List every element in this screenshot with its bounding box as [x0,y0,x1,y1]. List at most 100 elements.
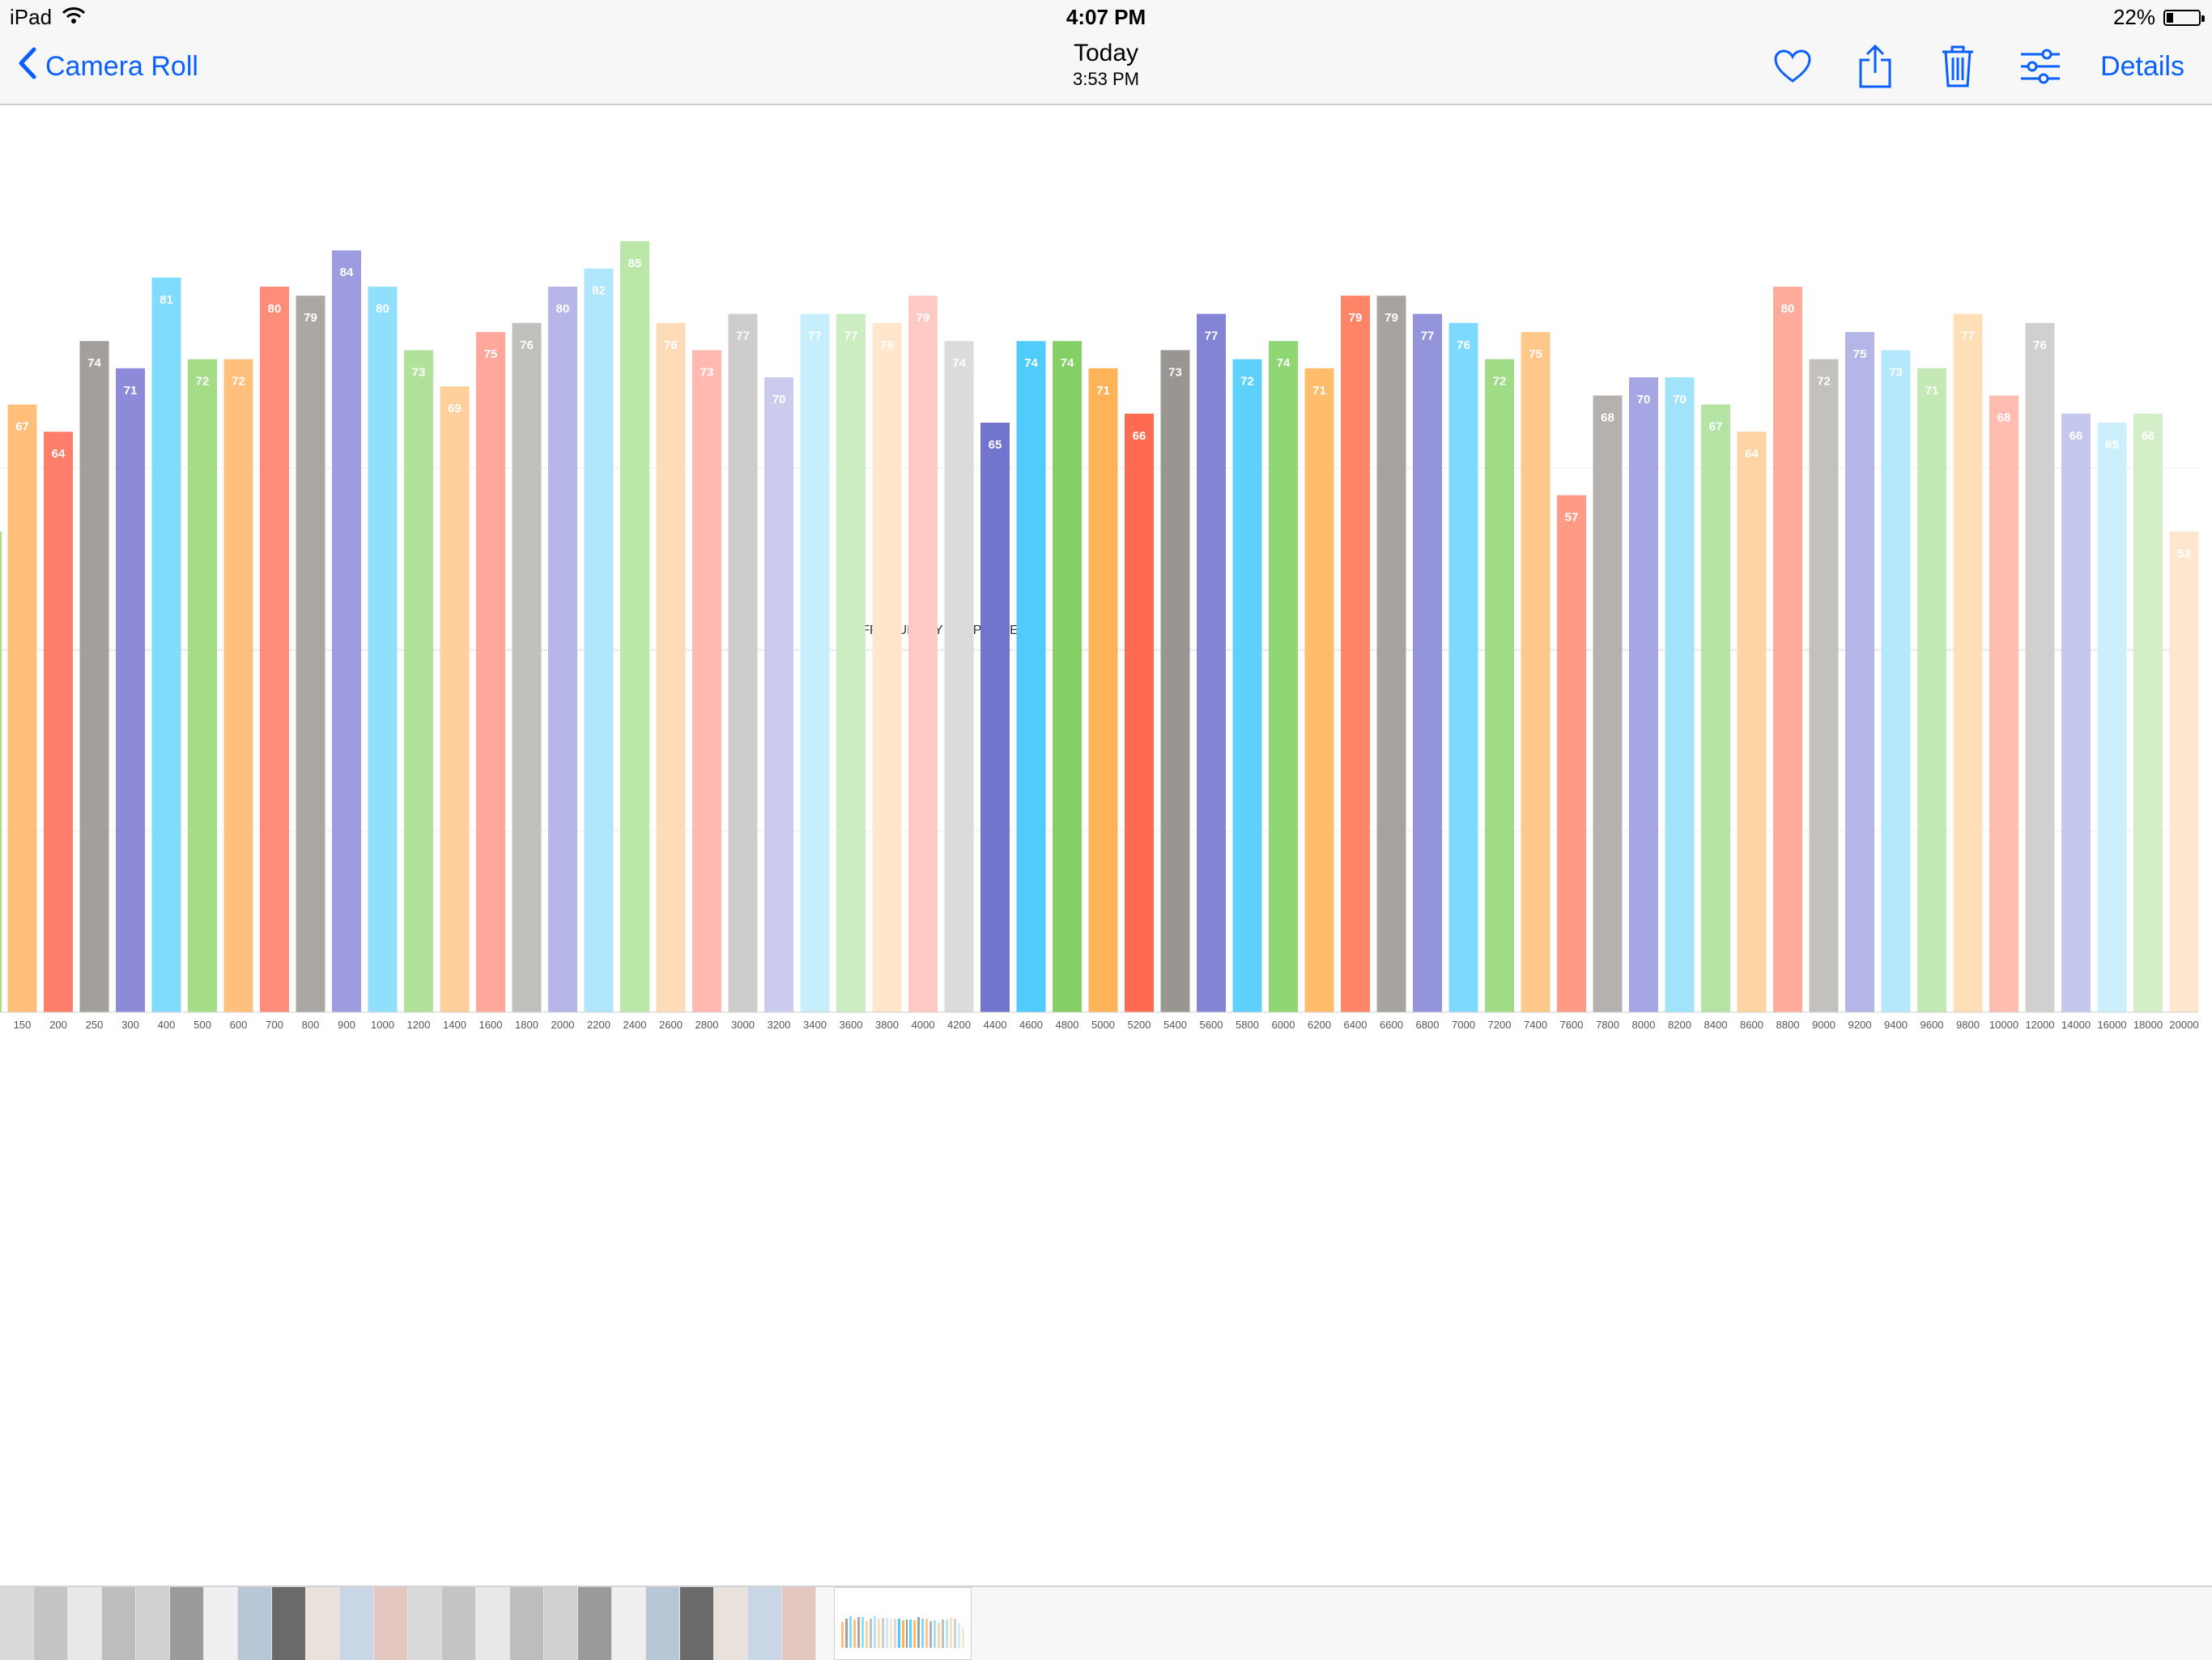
x-tick-label: 10000 [1989,1019,2018,1031]
battery-percent: 22% [2112,5,2155,29]
x-tick-label: 2600 [659,1019,683,1031]
bar [1557,495,1586,1012]
photo-thumbnail[interactable] [646,1587,680,1660]
x-tick-label: 600 [230,1019,248,1031]
mini-bar [861,1616,864,1648]
bar [584,268,614,1013]
mini-bar [954,1618,957,1648]
edit-sliders-icon[interactable] [2018,44,2063,89]
x-tick-label: 12000 [2025,1019,2054,1031]
bar-value-label: 53 [2177,547,2191,560]
bar [2133,413,2163,1012]
details-button[interactable]: Details [2100,51,2184,83]
photo-thumbnail[interactable] [238,1587,272,1660]
heart-icon[interactable] [1770,44,1815,89]
photo-thumbnail[interactable] [476,1587,510,1660]
photo-thumbnail[interactable] [442,1587,476,1660]
photo-thumbnail[interactable] [612,1587,646,1660]
x-tick-label: 2200 [587,1019,610,1031]
mini-bar [917,1617,921,1648]
battery-icon [2163,9,2205,26]
bar [2097,423,2127,1012]
mini-bar [909,1620,912,1648]
bar-value-label: 64 [52,447,66,461]
mini-bar [958,1622,961,1648]
bar [620,241,649,1012]
bar-value-label: 74 [952,356,966,370]
photo-thumbnail[interactable] [578,1587,612,1660]
photo-thumbnail[interactable] [0,1587,34,1660]
x-tick-label: 3000 [731,1019,755,1031]
photo-thumbnail[interactable] [204,1587,238,1660]
photo-thumbnail[interactable] [68,1587,102,1660]
x-tick-label: 150 [14,1019,32,1031]
bar-value-label: 85 [628,257,642,270]
bar [79,341,109,1012]
x-tick-label: 18000 [2133,1019,2163,1031]
bar [1989,395,2018,1012]
bar [151,277,181,1012]
photo-thumbnail[interactable] [714,1587,748,1660]
x-tick-label: 20000 [2169,1019,2198,1031]
photo-thumbnail[interactable] [306,1587,340,1660]
bar-value-label: 77 [1421,330,1435,343]
photo-thumbnail[interactable] [170,1587,204,1660]
bar-value-label: 82 [592,284,606,298]
bar-value-label: 66 [2142,429,2155,443]
bar [1953,313,1983,1013]
bar-value-label: 72 [1817,375,1831,389]
bar [1665,377,1695,1012]
photo-thumbnail[interactable] [748,1587,782,1660]
photo-filmstrip[interactable] [0,1586,2212,1660]
mini-bar [925,1619,929,1648]
x-tick-label: 5600 [1200,1019,1223,1031]
bar-value-label: 71 [1096,384,1110,398]
x-tick-label: 3200 [768,1019,791,1031]
photo-thumbnail[interactable] [680,1587,714,1660]
x-tick-label: 4600 [1019,1019,1043,1031]
photo-thumbnail[interactable] [544,1587,578,1660]
bar [656,322,686,1012]
bar [692,350,721,1012]
bar-value-label: 75 [1529,347,1542,361]
bar [1197,313,1226,1013]
photo-thumbnail[interactable] [102,1587,136,1660]
trash-icon[interactable] [1935,44,1980,89]
bar [2061,413,2091,1012]
photo-viewer[interactable]: FREQUENCY RESPONSE 67 150 64 200 74 250 71 300 8… [0,105,2212,1583]
bar [1773,287,1802,1012]
mini-bar [873,1615,876,1648]
bar-value-label: 79 [917,311,930,325]
thumbnail-row [0,1587,972,1660]
back-label: Camera Roll [45,51,198,82]
photo-thumbnail[interactable] [374,1587,408,1660]
x-tick-label: 300 [121,1019,139,1031]
mini-bar [946,1619,949,1648]
photo-thumbnail[interactable] [34,1587,68,1660]
mini-bar [853,1620,856,1648]
mini-bar [929,1621,933,1648]
photo-thumbnail[interactable] [272,1587,306,1660]
photo-thumbnail[interactable] [782,1587,816,1660]
bar-value-label: 79 [1349,311,1363,325]
back-button[interactable]: Camera Roll [18,47,198,87]
photo-thumbnail-selected[interactable] [834,1587,972,1660]
photo-thumbnail[interactable] [408,1587,442,1660]
share-icon[interactable] [1853,44,1898,89]
photo-thumbnail[interactable] [340,1587,374,1660]
photo-thumbnail[interactable] [136,1587,170,1660]
x-tick-label: 4400 [984,1019,1007,1031]
bar-value-label: 74 [1061,356,1074,370]
bar [1701,404,1730,1013]
bar-value-label: 80 [376,302,389,316]
bar-partial [0,531,2,1012]
bar-value-label: 74 [87,356,101,370]
photo-thumbnail[interactable] [510,1587,544,1660]
x-tick-label: 9200 [1848,1019,1872,1031]
bar-value-label: 64 [1745,447,1759,461]
bar [332,250,361,1012]
bar [260,287,289,1012]
bar [1845,332,1874,1012]
mini-bar [893,1619,896,1648]
bar-value-label: 76 [520,338,534,352]
